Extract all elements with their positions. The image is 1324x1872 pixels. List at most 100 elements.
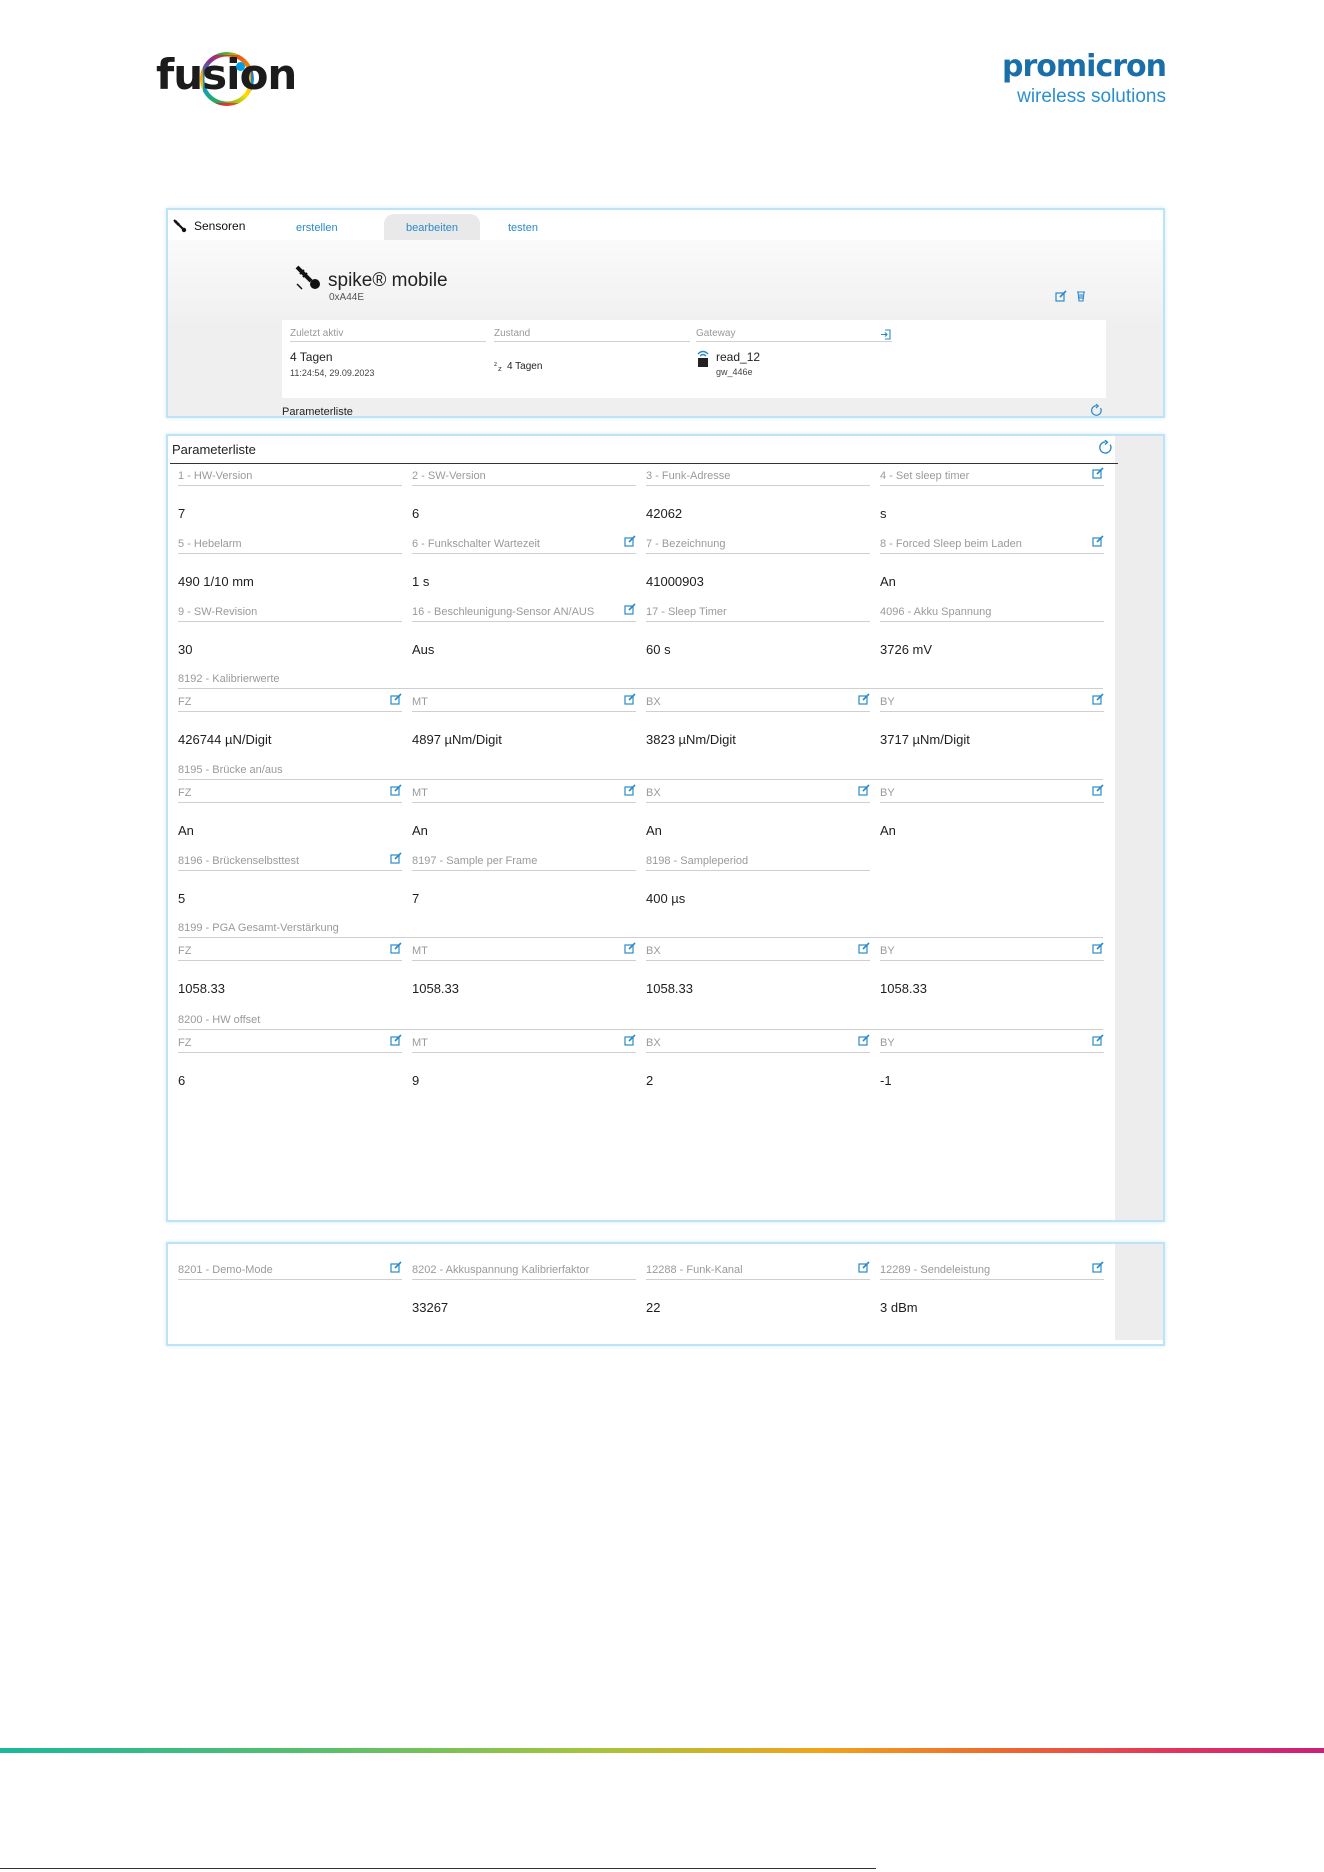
edit-icon[interactable] (858, 1261, 870, 1276)
edit-icon[interactable] (858, 1034, 870, 1049)
param-label: 17 - Sleep Timer (646, 606, 870, 622)
param-value: 400 µs (646, 891, 686, 906)
edit-icon[interactable] (390, 784, 402, 799)
param-label: 7 - Bezeichnung (646, 538, 870, 554)
param-label: FZ (178, 784, 402, 803)
tab-sensoren[interactable]: Sensoren (172, 218, 245, 234)
param-5-hebelarm: 5 - Hebelarm 490 1/10 mm (178, 538, 402, 589)
edit-icon[interactable] (1092, 1034, 1104, 1049)
edit-icon[interactable] (1092, 693, 1104, 708)
edit-icon[interactable] (858, 784, 870, 799)
scroll-strip[interactable] (1115, 1244, 1163, 1340)
tab-bar: Sensoren erstellen bearbeiten testen (168, 210, 1163, 240)
param-label-text: BY (880, 945, 895, 957)
param-label-text: 8202 - Akkuspannung Kalibrierfaktor (412, 1264, 590, 1276)
param-label: BY (880, 942, 1104, 961)
edit-icon[interactable] (624, 784, 636, 799)
edit-icon[interactable] (390, 1034, 402, 1049)
edit-icon[interactable] (624, 535, 636, 550)
param-pga-fz: FZ 1058.33 (178, 942, 402, 996)
param-bruecke-by: BY An (880, 784, 1104, 838)
param-value: 3823 µNm/Digit (646, 732, 736, 747)
edit-icon[interactable] (390, 942, 402, 957)
edit-icon[interactable] (1092, 1261, 1104, 1276)
param-value: 60 s (646, 642, 671, 657)
param-label: 1 - HW-Version (178, 470, 402, 486)
param-label-text: 6 - Funkschalter Wartezeit (412, 538, 540, 550)
spike-sensor-icon (295, 265, 320, 290)
param-value: 2 (646, 1073, 654, 1088)
device-header: spike® mobile 0xA44E (168, 240, 1163, 322)
gateway-label: Gateway (696, 328, 892, 342)
param-label: 12289 - Sendeleistung (880, 1261, 1104, 1280)
login-icon[interactable] (880, 329, 891, 340)
device-tools (1055, 290, 1087, 302)
tab-testen[interactable]: testen (508, 222, 538, 234)
param-label: BY (880, 693, 1104, 712)
param-label: 8 - Forced Sleep beim Laden (880, 535, 1104, 554)
fusion-logo-dot (236, 62, 245, 71)
state-value-row: zz 4 Tagen (494, 360, 690, 373)
fusion-logo-text: fusion (156, 50, 297, 99)
edit-icon[interactable] (858, 942, 870, 957)
promicron-logo: promicron wireless solutions (1002, 49, 1167, 108)
param-label-text: MT (412, 1037, 428, 1049)
last-active-label: Zuletzt aktiv (290, 328, 486, 342)
parameter-panel: Parameterliste 1 - HW-Version 7 2 - SW-Ver… (166, 434, 1165, 1222)
param-value: 3726 mV (880, 642, 933, 657)
edit-icon[interactable] (624, 1034, 636, 1049)
param-8201-demo-mode: 8201 - Demo-Mode (178, 1261, 402, 1300)
delete-icon[interactable] (1075, 290, 1087, 302)
edit-icon[interactable] (390, 1261, 402, 1276)
group-pga: 8199 - PGA Gesamt-Verstärkung (178, 922, 1103, 938)
scroll-strip[interactable] (1115, 436, 1163, 1220)
param-bruecke-mt: MT An (412, 784, 636, 838)
device-id: 0xA44E (329, 292, 365, 303)
edit-icon[interactable] (1092, 784, 1104, 799)
param-9-sw-revision: 9 - SW-Revision 30 (178, 606, 402, 657)
param-8-forced-sleep-beim-laden: 8 - Forced Sleep beim Laden An (880, 535, 1104, 589)
edit-icon[interactable] (1092, 535, 1104, 550)
param-value: 3717 µNm/Digit (880, 732, 970, 747)
param-label: 8201 - Demo-Mode (178, 1261, 402, 1280)
sensor-panel: Sensoren erstellen bearbeiten testen spi… (166, 208, 1165, 418)
refresh-icon[interactable] (1090, 404, 1103, 417)
tab-erstellen[interactable]: erstellen (296, 222, 338, 234)
param-label-text: BX (646, 945, 661, 957)
edit-icon[interactable] (624, 942, 636, 957)
param-1-hw-version: 1 - HW-Version 7 (178, 470, 402, 521)
last-active-time: 11:24:54, 29.09.2023 (290, 368, 375, 378)
edit-icon[interactable] (390, 693, 402, 708)
param-label: 9 - SW-Revision (178, 606, 402, 622)
param-kalib-fz: FZ 426744 µN/Digit (178, 693, 402, 747)
last-active: Zuletzt aktiv 4 Tagen 11:24:54, 29.09.20… (290, 328, 486, 378)
refresh-icon[interactable] (1098, 440, 1113, 455)
param-value: -1 (880, 1073, 892, 1088)
edit-icon[interactable] (624, 693, 636, 708)
param-label: FZ (178, 942, 402, 961)
param-6-funkschalter-wartezeit: 6 - Funkschalter Wartezeit 1 s (412, 535, 636, 589)
param-value: 7 (178, 506, 186, 521)
param-kalib-mt: MT 4897 µNm/Digit (412, 693, 636, 747)
gateway-text: read_12 gw_446e (716, 350, 760, 377)
sensor-icon (173, 219, 187, 233)
promicron-logo-name: promicron (1002, 49, 1167, 84)
edit-icon[interactable] (1055, 290, 1067, 302)
param-label-text: BY (880, 1037, 895, 1049)
edit-icon[interactable] (390, 852, 402, 867)
param-value: 1058.33 (412, 981, 459, 996)
edit-icon[interactable] (1092, 467, 1104, 482)
param-3-funk-adresse: 3 - Funk-Adresse 42062 (646, 470, 870, 521)
edit-icon[interactable] (858, 693, 870, 708)
parameterliste-link[interactable]: Parameterliste (282, 406, 353, 418)
gateway-icon (697, 350, 709, 367)
param-label: 4096 - Akku Spannung (880, 606, 1104, 622)
edit-icon[interactable] (624, 603, 636, 618)
param-label: 6 - Funkschalter Wartezeit (412, 535, 636, 554)
param-label-text: 12288 - Funk-Kanal (646, 1264, 743, 1276)
edit-icon[interactable] (1092, 942, 1104, 957)
param-value: Aus (412, 642, 435, 657)
footer-line (0, 1868, 876, 1869)
param-value: 3 dBm (880, 1300, 918, 1315)
tab-bearbeiten[interactable]: bearbeiten (384, 214, 480, 240)
